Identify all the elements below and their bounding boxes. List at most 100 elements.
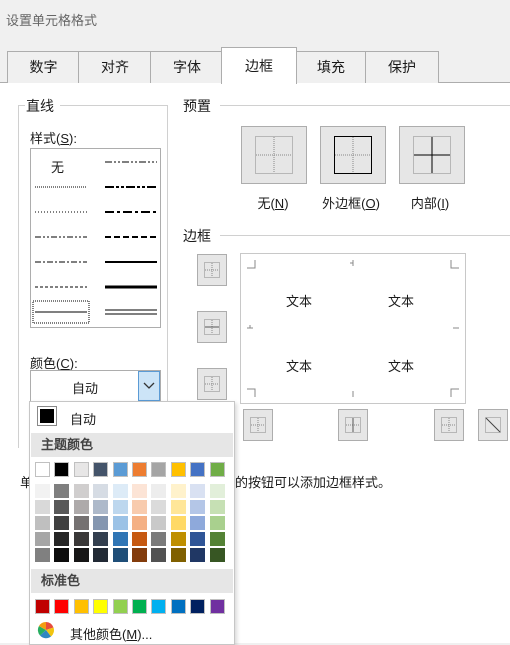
theme-shade-swatch[interactable] <box>132 532 147 546</box>
theme-shade-swatch[interactable] <box>93 500 109 514</box>
theme-shade-swatch[interactable] <box>151 548 167 562</box>
theme-shade-swatch[interactable] <box>73 532 89 546</box>
theme-shade-swatch[interactable] <box>93 548 109 562</box>
theme-shade-swatch[interactable] <box>73 516 89 530</box>
standard-color-swatch[interactable] <box>151 599 167 614</box>
theme-shade-swatch[interactable] <box>35 532 50 546</box>
chevron-down-icon[interactable] <box>138 371 160 401</box>
theme-shade-swatch[interactable] <box>190 532 206 546</box>
theme-color-swatch[interactable] <box>209 462 225 477</box>
auto-color-swatch[interactable] <box>37 406 57 426</box>
line-style-list[interactable]: 无 <box>30 148 161 328</box>
preview-text: 文本 <box>286 359 313 374</box>
theme-shade-swatch[interactable] <box>112 484 128 498</box>
theme-shade-swatch[interactable] <box>35 548 50 562</box>
border-bottom-button[interactable] <box>197 368 227 400</box>
theme-shade-swatch[interactable] <box>151 484 167 498</box>
theme-shade-swatch[interactable] <box>209 532 225 546</box>
standard-color-swatch[interactable] <box>35 599 50 614</box>
theme-color-swatch[interactable] <box>170 462 186 477</box>
standard-color-swatch[interactable] <box>170 599 186 614</box>
theme-shade-swatch[interactable] <box>151 516 167 530</box>
standard-color-swatch[interactable] <box>190 599 206 614</box>
theme-color-swatch[interactable] <box>132 462 147 477</box>
border-center-button[interactable] <box>338 409 368 441</box>
theme-shade-swatch[interactable] <box>35 500 50 514</box>
border-preview[interactable]: 文本 文本 文本 文本 <box>240 253 466 404</box>
tab-border[interactable]: 边框 <box>221 47 297 84</box>
tab-number[interactable]: 数字 <box>7 51 80 83</box>
theme-shade-swatch[interactable] <box>190 548 206 562</box>
theme-shade-swatch[interactable] <box>54 548 70 562</box>
theme-shade-swatch[interactable] <box>54 532 70 546</box>
border-diagonal-down-button[interactable] <box>478 409 508 441</box>
border-middle-button[interactable] <box>197 311 227 343</box>
standard-color-swatch[interactable] <box>209 599 225 614</box>
theme-color-swatch[interactable] <box>93 462 109 477</box>
theme-shade-swatch[interactable] <box>93 516 109 530</box>
theme-shade-swatch[interactable] <box>190 500 206 514</box>
theme-shade-swatch[interactable] <box>190 516 206 530</box>
preset-outline-button[interactable] <box>320 126 386 184</box>
theme-shade-swatch[interactable] <box>170 500 186 514</box>
theme-shade-swatch[interactable] <box>35 516 50 530</box>
theme-shade-swatch[interactable] <box>151 500 167 514</box>
border-inside-icon <box>413 136 451 174</box>
border-top-icon <box>204 262 220 278</box>
tab-font[interactable]: 字体 <box>150 51 224 83</box>
theme-shade-swatch[interactable] <box>93 484 109 498</box>
tab-protection[interactable]: 保护 <box>365 51 439 83</box>
theme-shade-swatch[interactable] <box>190 484 206 498</box>
border-right-button[interactable] <box>434 409 464 441</box>
theme-shade-swatch[interactable] <box>170 532 186 546</box>
theme-shade-swatch[interactable] <box>112 500 128 514</box>
tab-fill[interactable]: 填充 <box>295 51 367 83</box>
standard-color-swatch[interactable] <box>54 599 70 614</box>
theme-shade-swatch[interactable] <box>209 484 225 498</box>
dialog-title: 设置单元格格式 <box>6 13 98 28</box>
theme-shade-swatch[interactable] <box>170 516 186 530</box>
theme-shade-swatch[interactable] <box>209 500 225 514</box>
standard-color-swatch[interactable] <box>73 599 89 614</box>
theme-color-swatch[interactable] <box>112 462 128 477</box>
theme-shade-swatch[interactable] <box>73 484 89 498</box>
standard-color-swatch[interactable] <box>93 599 109 614</box>
theme-shade-swatch[interactable] <box>73 500 89 514</box>
line-color-select[interactable]: 自动 <box>30 370 161 402</box>
group-frame <box>220 105 510 106</box>
tab-alignment[interactable]: 对齐 <box>78 51 152 83</box>
theme-color-swatch[interactable] <box>73 462 89 477</box>
theme-shade-swatch[interactable] <box>209 516 225 530</box>
standard-color-swatch[interactable] <box>132 599 147 614</box>
theme-shade-swatch[interactable] <box>151 532 167 546</box>
preset-inside-button[interactable] <box>399 126 465 184</box>
border-middle-icon <box>204 319 220 335</box>
theme-shade-swatch[interactable] <box>93 532 109 546</box>
theme-shade-swatch[interactable] <box>132 484 147 498</box>
border-left-button[interactable] <box>243 409 273 441</box>
preset-none-button[interactable] <box>241 126 307 184</box>
theme-color-swatch[interactable] <box>54 462 70 477</box>
theme-shade-swatch[interactable] <box>112 532 128 546</box>
standard-color-swatch[interactable] <box>112 599 128 614</box>
theme-shade-swatch[interactable] <box>35 484 50 498</box>
theme-color-swatch[interactable] <box>190 462 206 477</box>
theme-shade-swatch[interactable] <box>112 548 128 562</box>
preview-text: 文本 <box>286 294 313 309</box>
theme-shade-swatch[interactable] <box>132 548 147 562</box>
theme-shade-swatch[interactable] <box>170 548 186 562</box>
theme-shade-swatch[interactable] <box>132 516 147 530</box>
theme-color-swatch[interactable] <box>35 462 50 477</box>
theme-shade-swatch[interactable] <box>54 516 70 530</box>
more-colors-option[interactable]: 其他颜色(M)... <box>70 624 152 643</box>
theme-shade-swatch[interactable] <box>112 516 128 530</box>
theme-shade-swatch[interactable] <box>54 484 70 498</box>
theme-shade-swatch[interactable] <box>132 500 147 514</box>
theme-shade-swatch[interactable] <box>170 484 186 498</box>
theme-shade-swatch[interactable] <box>54 500 70 514</box>
auto-color-label[interactable]: 自动 <box>70 409 96 428</box>
border-top-button[interactable] <box>197 254 227 286</box>
theme-color-swatch[interactable] <box>151 462 167 477</box>
theme-shade-swatch[interactable] <box>73 548 89 562</box>
theme-shade-swatch[interactable] <box>209 548 225 562</box>
